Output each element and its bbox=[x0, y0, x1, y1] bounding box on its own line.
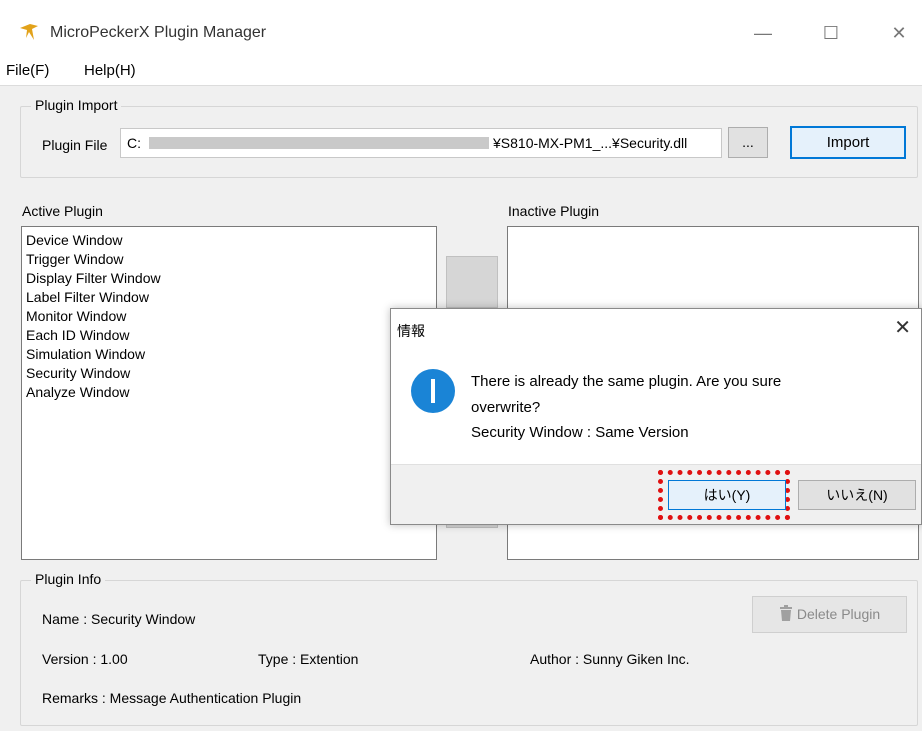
move-to-inactive-button[interactable] bbox=[446, 256, 498, 308]
plugin-version: Version : 1.00 bbox=[42, 651, 128, 667]
minimize-button[interactable]: — bbox=[740, 18, 786, 48]
yes-button[interactable]: はい(Y) bbox=[668, 480, 786, 510]
delete-plugin-button[interactable]: Delete Plugin bbox=[752, 596, 907, 633]
plugin-import-title: Plugin Import bbox=[31, 97, 122, 113]
list-item[interactable]: Simulation Window bbox=[26, 345, 145, 364]
plugin-file-path-prefix: C: bbox=[127, 135, 141, 151]
plugin-file-path-suffix: ¥S810-MX-PM1_...¥Security.dll bbox=[493, 135, 688, 151]
delete-plugin-label: Delete Plugin bbox=[796, 606, 881, 622]
dialog-message-line2: overwrite? bbox=[471, 399, 541, 416]
inactive-plugin-label: Inactive Plugin bbox=[508, 203, 600, 219]
dialog-message-line1: There is already the same plugin. Are yo… bbox=[471, 373, 782, 390]
plugin-remarks: Remarks : Message Authentication Plugin bbox=[42, 690, 302, 706]
redacted-path bbox=[149, 137, 489, 149]
menu-bar: File(F) Help(H) bbox=[0, 56, 922, 86]
plugin-author: Author : Sunny Giken Inc. bbox=[530, 651, 690, 667]
import-button[interactable]: Import bbox=[790, 126, 906, 159]
trash-icon bbox=[779, 605, 792, 621]
list-item[interactable]: Each ID Window bbox=[26, 326, 129, 345]
plugin-type: Type : Extention bbox=[258, 651, 359, 667]
menu-file[interactable]: File(F) bbox=[6, 62, 49, 79]
dialog-title: 情報 bbox=[397, 323, 425, 339]
list-item[interactable]: Label Filter Window bbox=[26, 288, 149, 307]
close-button[interactable]: ✕ bbox=[876, 18, 922, 48]
no-button[interactable]: いいえ(N) bbox=[798, 480, 916, 510]
window-title: MicroPeckerX Plugin Manager bbox=[50, 24, 267, 41]
plugin-file-field[interactable]: C: ¥S810-MX-PM1_...¥Security.dll bbox=[120, 128, 722, 158]
list-item[interactable]: Analyze Window bbox=[26, 383, 130, 402]
title-bar: MicroPeckerX Plugin Manager — ☐ ✕ bbox=[0, 0, 922, 56]
plugin-name: Name : Security Window bbox=[42, 611, 196, 627]
info-icon bbox=[411, 369, 455, 413]
list-item[interactable]: Trigger Window bbox=[26, 250, 124, 269]
app-logo-icon bbox=[20, 24, 38, 40]
active-plugin-label: Active Plugin bbox=[22, 203, 103, 219]
list-item[interactable]: Security Window bbox=[26, 364, 130, 383]
dialog-close-button[interactable]: ✕ bbox=[894, 315, 911, 340]
list-item[interactable]: Display Filter Window bbox=[26, 269, 161, 288]
info-dialog: 情報 ✕ There is already the same plugin. A… bbox=[390, 308, 922, 525]
list-item[interactable]: Device Window bbox=[26, 231, 122, 250]
plugin-file-label: Plugin File bbox=[42, 137, 108, 153]
dialog-message-line3: Security Window : Same Version bbox=[471, 424, 689, 441]
plugin-info-title: Plugin Info bbox=[31, 571, 106, 587]
maximize-button[interactable]: ☐ bbox=[808, 18, 854, 48]
dialog-footer: はい(Y) いいえ(N) bbox=[391, 464, 921, 524]
active-plugin-list[interactable]: Device Window Trigger Window Display Fil… bbox=[21, 226, 437, 560]
list-item[interactable]: Monitor Window bbox=[26, 307, 126, 326]
browse-button[interactable]: ... bbox=[728, 127, 768, 158]
menu-help[interactable]: Help(H) bbox=[84, 62, 136, 79]
